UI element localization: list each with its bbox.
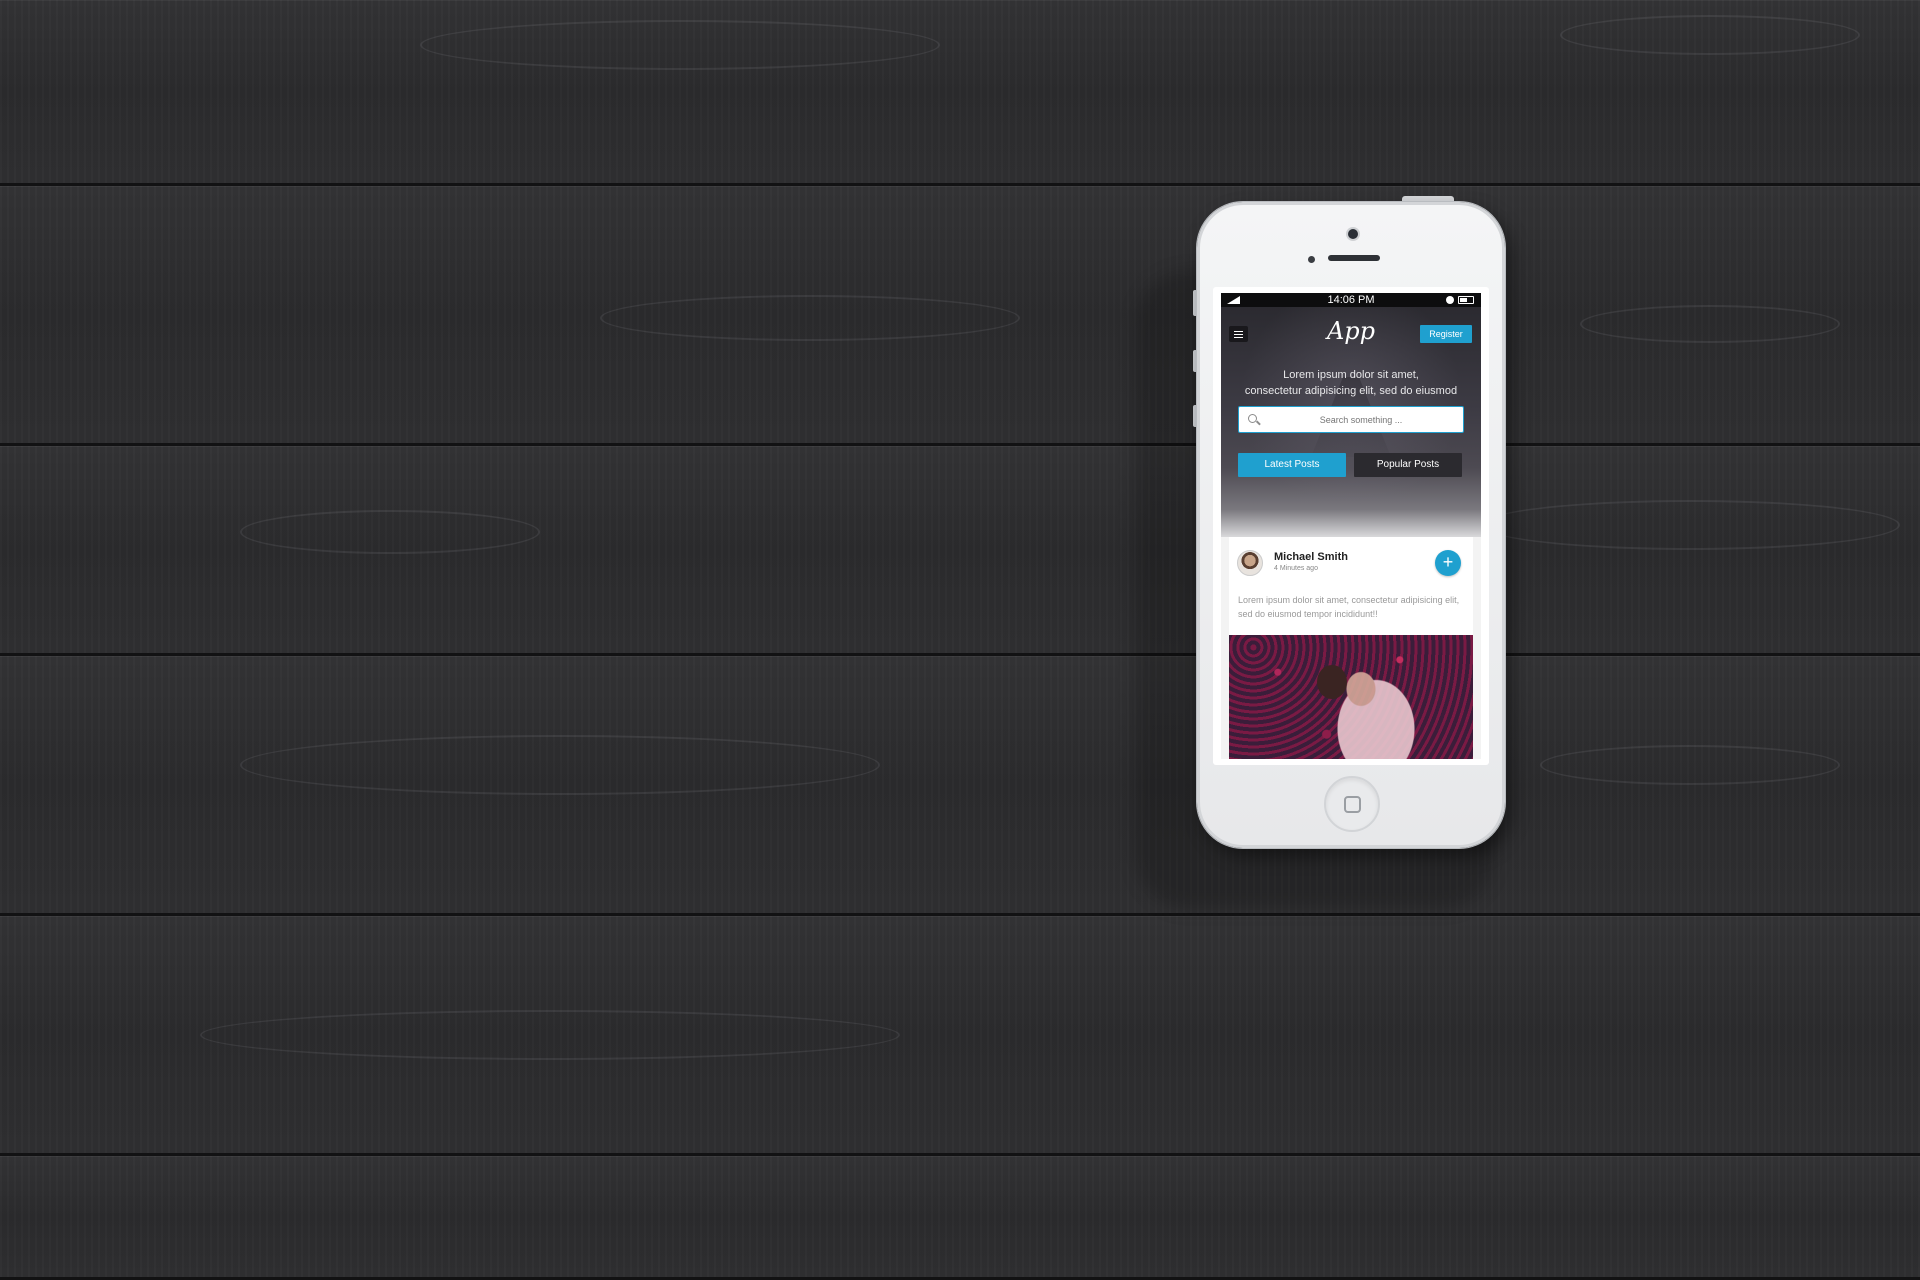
home-square-icon [1344,796,1361,813]
tab-latest-posts[interactable]: Latest Posts [1238,453,1346,477]
front-camera [1348,229,1358,239]
wood-grain [1580,305,1840,343]
post-image[interactable] [1229,635,1473,759]
tab-popular-posts[interactable]: Popular Posts [1354,453,1462,477]
wood-grain [1480,500,1900,550]
follow-button[interactable]: + [1435,550,1461,576]
wood-plank [0,656,1920,916]
hero-tagline: Lorem ipsum dolor sit amet, consectetur … [1221,367,1481,399]
wood-grain [600,295,1020,341]
search-input[interactable] [1263,411,1459,429]
wood-grain [1560,15,1860,55]
wood-plank [0,1156,1920,1280]
tagline-line-1: Lorem ipsum dolor sit amet, [1283,369,1419,381]
wood-grain [240,735,880,795]
hero-section: App Register Lorem ipsum dolor sit amet,… [1221,307,1481,537]
register-button[interactable]: Register [1420,325,1472,343]
earpiece-speaker [1328,255,1380,261]
home-button[interactable] [1324,776,1380,832]
post-card[interactable]: Michael Smith 4 Minutes ago + Lorem ipsu… [1229,537,1473,759]
wood-grain [1540,745,1840,785]
status-time: 14:06 PM [1327,294,1375,306]
wood-grain [240,510,540,554]
phone-device: 14:06 PM App Register Lorem ipsum dolor … [1197,202,1505,848]
search-box[interactable] [1238,406,1464,433]
alarm-icon [1446,296,1454,304]
wood-grain [200,1010,900,1060]
status-bar: 14:06 PM [1221,293,1481,307]
plus-icon: + [1442,552,1454,572]
wood-plank [0,446,1920,656]
search-icon [1248,414,1257,423]
post-author[interactable]: Michael Smith [1274,551,1348,563]
tagline-line-2: consectetur adipisicing elit, sed do eiu… [1244,385,1458,397]
app-screen: 14:06 PM App Register Lorem ipsum dolor … [1221,293,1481,759]
post-timestamp: 4 Minutes ago [1274,565,1318,572]
screen-bezel: 14:06 PM App Register Lorem ipsum dolor … [1213,287,1489,765]
avatar[interactable] [1237,550,1263,576]
post-excerpt: Lorem ipsum dolor sit amet, consectetur … [1238,595,1460,619]
wood-grain [420,20,940,70]
wood-background [0,0,1920,1280]
battery-icon [1458,296,1474,304]
proximity-sensor [1308,256,1315,263]
